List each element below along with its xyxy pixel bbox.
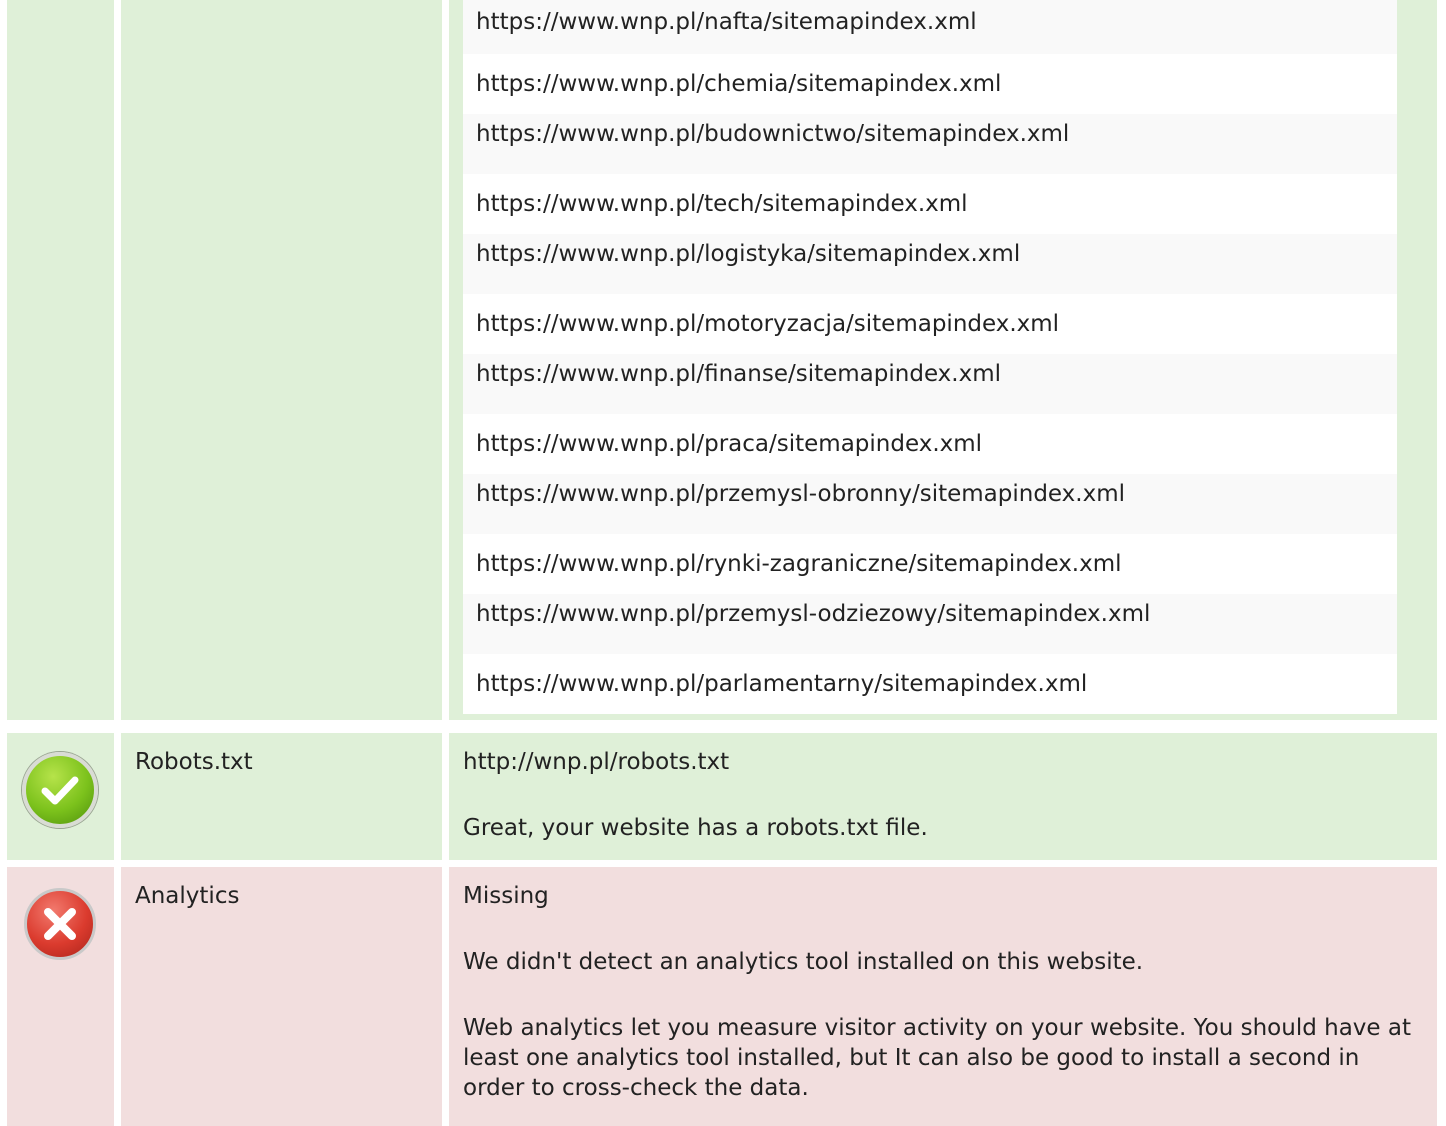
analytics-label: Analytics <box>135 883 240 909</box>
sitemap-url-item: https://www.wnp.pl/tech/sitemapindex.xml <box>463 174 1397 234</box>
sitemap-url-item: https://www.wnp.pl/przemysl-obronny/site… <box>463 474 1397 534</box>
sitemap-label-cell <box>121 0 442 720</box>
robots-label-cell: Robots.txt <box>121 733 442 860</box>
analytics-advice: Web analytics let you measure visitor ac… <box>463 1015 1411 1101</box>
robots-label: Robots.txt <box>135 749 253 775</box>
sitemap-url-item: https://www.wnp.pl/parlamentarny/sitemap… <box>463 654 1397 714</box>
sitemap-value-cell: https://www.wnp.pl/nafta/sitemapindex.xm… <box>449 0 1437 720</box>
sitemap-url-list: https://www.wnp.pl/nafta/sitemapindex.xm… <box>463 0 1397 714</box>
x-mark-graphic <box>44 908 76 940</box>
analytics-value-cell: Missing We didn't detect an analytics to… <box>449 867 1437 1126</box>
sitemap-url-item: https://www.wnp.pl/nafta/sitemapindex.xm… <box>463 0 1397 54</box>
sitemap-url-item: https://www.wnp.pl/budownictwo/sitemapin… <box>463 114 1397 174</box>
sitemap-url-item: https://www.wnp.pl/przemysl-odziezowy/si… <box>463 594 1397 654</box>
robots-value-cell: http://wnp.pl/robots.txt Great, your web… <box>449 733 1437 860</box>
analytics-label-cell: Analytics <box>121 867 442 1126</box>
sitemap-url-item: https://www.wnp.pl/motoryzacja/sitemapin… <box>463 294 1397 354</box>
sitemap-status-cell <box>7 0 114 720</box>
analytics-status-cell <box>7 867 114 1126</box>
analytics-value: Missing <box>463 883 549 909</box>
robots-message: Great, your website has a robots.txt fil… <box>463 815 928 841</box>
check-mark-graphic <box>41 776 79 805</box>
analytics-message: We didn't detect an analytics tool insta… <box>463 949 1144 975</box>
seo-report-page: https://www.wnp.pl/nafta/sitemapindex.xm… <box>0 0 1446 1126</box>
sitemap-url-item: https://www.wnp.pl/logistyka/sitemapinde… <box>463 234 1397 294</box>
robots-status-cell <box>7 733 114 860</box>
sitemap-url-item: https://www.wnp.pl/finanse/sitemapindex.… <box>463 354 1397 414</box>
check-icon <box>22 752 98 828</box>
robots-url: http://wnp.pl/robots.txt <box>463 749 730 775</box>
sitemap-row: https://www.wnp.pl/nafta/sitemapindex.xm… <box>7 0 1437 720</box>
sitemap-url-item: https://www.wnp.pl/chemia/sitemapindex.x… <box>463 54 1397 114</box>
analytics-row: Analytics Missing We didn't detect an an… <box>7 867 1437 1126</box>
sitemap-url-item: https://www.wnp.pl/praca/sitemapindex.xm… <box>463 414 1397 474</box>
robots-row: Robots.txt http://wnp.pl/robots.txt Grea… <box>7 733 1437 860</box>
error-x-icon <box>24 888 96 960</box>
sitemap-url-item: https://www.wnp.pl/rynki-zagraniczne/sit… <box>463 534 1397 594</box>
